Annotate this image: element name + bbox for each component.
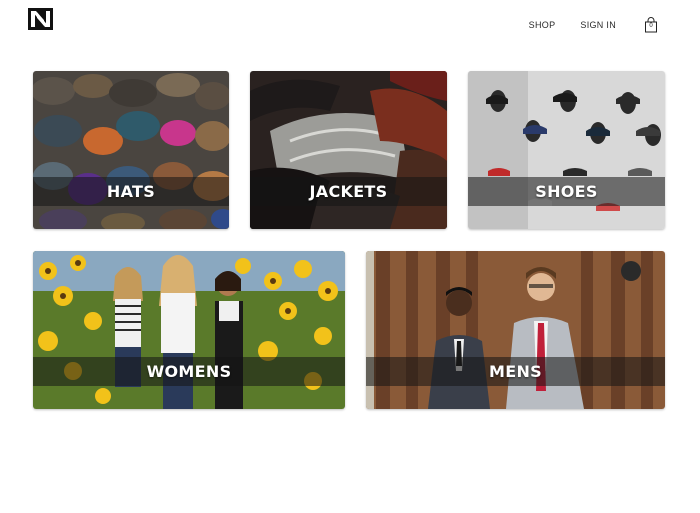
nav-sign-in-link[interactable]: SIGN IN: [580, 20, 616, 30]
category-tile-mens[interactable]: MENS: [366, 251, 665, 409]
brand-logo[interactable]: [28, 8, 53, 30]
cart-button[interactable]: 0: [644, 17, 658, 33]
cart-count: 0: [649, 23, 653, 29]
nav-shop-link[interactable]: SHOP: [529, 20, 556, 30]
category-tile-womens[interactable]: WOMENS: [33, 251, 345, 409]
category-title: SHOES: [535, 182, 598, 201]
category-tile-shoes[interactable]: SHOES: [468, 71, 665, 229]
category-title: MENS: [489, 362, 542, 381]
category-title: JACKETS: [309, 182, 388, 201]
category-title: WOMENS: [146, 362, 232, 381]
category-tile-jackets[interactable]: JACKETS: [250, 71, 447, 229]
top-nav: SHOP SIGN IN 0: [529, 17, 658, 33]
category-title: HATS: [106, 182, 156, 201]
category-tile-hats[interactable]: HATS: [33, 71, 229, 229]
